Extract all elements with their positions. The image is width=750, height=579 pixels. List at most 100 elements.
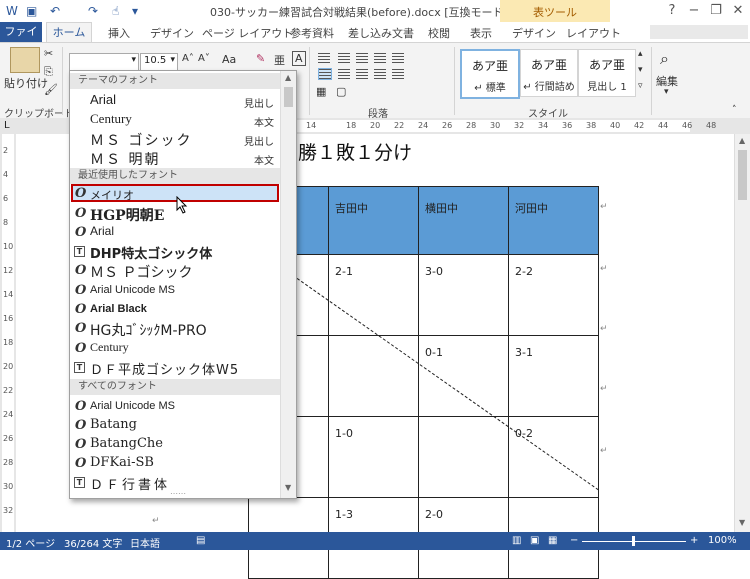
macro-icon[interactable]: ▤: [196, 535, 205, 546]
language-indicator[interactable]: 日本語: [130, 535, 160, 550]
styles-scroll-down-icon[interactable]: ▾: [638, 65, 643, 75]
ruler-number: 28: [466, 121, 477, 130]
style-heading-1[interactable]: あア亜 見出し 1: [578, 49, 636, 97]
style-normal[interactable]: あア亜 ↵ 標準: [460, 49, 520, 99]
vertical-ruler[interactable]: 2 4 6 8 10 12 14 16 18 20 22 24 26 28 30…: [0, 134, 16, 532]
scroll-up-icon[interactable]: ▲: [285, 73, 291, 82]
tab-references[interactable]: 参考資料: [290, 25, 334, 41]
distributed-icon[interactable]: [392, 69, 404, 79]
resize-grip[interactable]: ⋯⋯: [170, 489, 186, 498]
change-case-button[interactable]: Aa: [222, 53, 236, 66]
font-option-hg-maru-gothic[interactable]: O HG丸ｺﾞｼｯｸM-PRO: [70, 319, 280, 339]
read-mode-icon[interactable]: ▥: [512, 535, 521, 546]
font-option-df-heisei-gothic[interactable]: T ＤＦ平成ゴシック体W5: [70, 358, 280, 378]
group-separator: [309, 47, 310, 115]
undo-icon[interactable]: ↶: [50, 4, 60, 18]
cut-icon[interactable]: ✂: [44, 47, 53, 60]
phonetic-guide-icon[interactable]: 亜: [274, 52, 285, 68]
copy-icon[interactable]: ⎘: [44, 65, 53, 79]
save-icon[interactable]: ▣: [26, 4, 37, 18]
align-right-icon[interactable]: [356, 69, 368, 79]
font-option-arial-black[interactable]: O Arial Black: [70, 300, 280, 319]
font-dropdown-list[interactable]: テーマのフォント Arial 見出し Century 本文 ＭＳ ゴシック 見出…: [69, 70, 297, 499]
grow-font-icon[interactable]: A˄: [182, 53, 194, 64]
scroll-thumb[interactable]: [738, 150, 747, 200]
increase-indent-icon[interactable]: [392, 53, 404, 63]
touch-mode-icon[interactable]: ☝: [112, 4, 119, 18]
font-option-meiryo[interactable]: O メイリオ: [70, 184, 280, 203]
font-option-hgp-mincho-e[interactable]: O HGP明朝E: [70, 204, 280, 224]
format-painter-icon[interactable]: 🖌: [44, 83, 58, 96]
paste-button[interactable]: 貼り付け: [4, 75, 48, 91]
font-option-ms-gothic[interactable]: ＭＳ ゴシック 見出し: [70, 129, 280, 149]
tab-table-design[interactable]: デザイン: [512, 25, 556, 41]
chevron-down-icon[interactable]: ▾: [170, 55, 175, 65]
shading-icon[interactable]: ▦: [316, 85, 326, 98]
styles-more-icon[interactable]: ▿: [638, 81, 643, 91]
restore-button[interactable]: ❐: [706, 3, 726, 18]
chevron-down-icon[interactable]: ▾: [131, 55, 136, 65]
tab-selector-icon[interactable]: L: [4, 120, 10, 131]
justify-icon[interactable]: [374, 69, 386, 79]
word-count[interactable]: 36/264 文字: [64, 535, 122, 550]
font-option-batangche[interactable]: O BatangChe: [70, 435, 280, 454]
font-option-dhp-gothic[interactable]: T DHP特太ゴシック体: [70, 242, 280, 262]
tab-mailings[interactable]: 差し込み文書: [348, 25, 414, 41]
align-center-icon[interactable]: [338, 69, 350, 79]
minimize-button[interactable]: −: [684, 3, 704, 18]
styles-scroll-up-icon[interactable]: ▴: [638, 49, 643, 59]
font-option-arial-unicode-all[interactable]: O Arial Unicode MS: [70, 397, 280, 416]
font-option-century[interactable]: O Century: [70, 339, 280, 358]
clear-formatting-icon[interactable]: ✎: [256, 52, 265, 65]
font-option-arial-unicode[interactable]: O Arial Unicode MS: [70, 281, 280, 300]
decrease-indent-icon[interactable]: [374, 53, 386, 63]
character-border-icon[interactable]: A: [292, 51, 306, 66]
customize-qat-icon[interactable]: ▾: [132, 4, 138, 18]
redo-icon[interactable]: ↷: [88, 4, 98, 18]
zoom-out-icon[interactable]: −: [570, 535, 578, 546]
font-option-arial-theme[interactable]: Arial 見出し: [70, 91, 280, 110]
print-layout-icon[interactable]: ▣: [530, 535, 539, 546]
user-account[interactable]: [650, 25, 748, 39]
font-size-input[interactable]: 10.5 ▾: [140, 53, 178, 71]
help-icon[interactable]: ?: [662, 3, 682, 18]
find-icon[interactable]: ⌕: [660, 49, 669, 69]
scroll-thumb[interactable]: [284, 87, 293, 107]
tab-insert[interactable]: 挿入: [108, 25, 130, 41]
numbering-icon[interactable]: [338, 53, 350, 63]
tab-design[interactable]: デザイン: [150, 25, 194, 41]
scroll-up-icon[interactable]: ▲: [739, 136, 745, 145]
shrink-font-icon[interactable]: A˅: [198, 53, 210, 64]
tab-view[interactable]: 表示: [470, 25, 492, 41]
font-name-input[interactable]: ▾: [69, 53, 139, 71]
web-layout-icon[interactable]: ▦: [548, 535, 557, 546]
tab-page-layout[interactable]: ページ レイアウト: [202, 25, 293, 41]
scroll-down-icon[interactable]: ▼: [739, 518, 745, 527]
multilevel-list-icon[interactable]: [356, 53, 368, 63]
zoom-in-icon[interactable]: +: [690, 535, 698, 546]
font-option-ms-pgothic[interactable]: O ＭＳ Ｐゴシック: [70, 261, 280, 281]
font-option-batang[interactable]: O Batang: [70, 416, 280, 435]
tab-home[interactable]: ホーム: [46, 22, 92, 43]
bullets-icon[interactable]: [318, 53, 330, 63]
page-count[interactable]: 1/2 ページ: [6, 535, 55, 550]
borders-icon[interactable]: ▢: [336, 85, 346, 98]
font-option-century-theme[interactable]: Century 本文: [70, 110, 280, 129]
font-option-ms-mincho[interactable]: ＭＳ 明朝 本文: [70, 148, 280, 168]
tab-table-layout[interactable]: レイアウト: [566, 25, 621, 41]
scroll-down-icon[interactable]: ▼: [285, 483, 291, 492]
font-list-scrollbar[interactable]: ▲ ▼: [280, 71, 296, 498]
collapse-ribbon-icon[interactable]: ˄: [732, 105, 737, 115]
style-no-spacing[interactable]: あア亜 ↵ 行間詰め: [520, 49, 578, 97]
close-button[interactable]: ✕: [728, 3, 748, 18]
vertical-scrollbar[interactable]: ▲ ▼: [734, 134, 750, 532]
font-option-arial[interactable]: O Arial: [70, 223, 280, 242]
chevron-down-icon[interactable]: ▾: [664, 87, 669, 97]
opentype-font-icon: O: [75, 418, 87, 433]
font-option-dfkai-sb[interactable]: O DFKai-SB: [70, 454, 280, 473]
zoom-level[interactable]: 100%: [708, 535, 737, 546]
align-left-icon[interactable]: [318, 68, 332, 80]
tab-file[interactable]: ファイル: [0, 22, 42, 58]
zoom-slider-thumb[interactable]: [632, 536, 635, 546]
tab-review[interactable]: 校閲: [428, 25, 450, 41]
